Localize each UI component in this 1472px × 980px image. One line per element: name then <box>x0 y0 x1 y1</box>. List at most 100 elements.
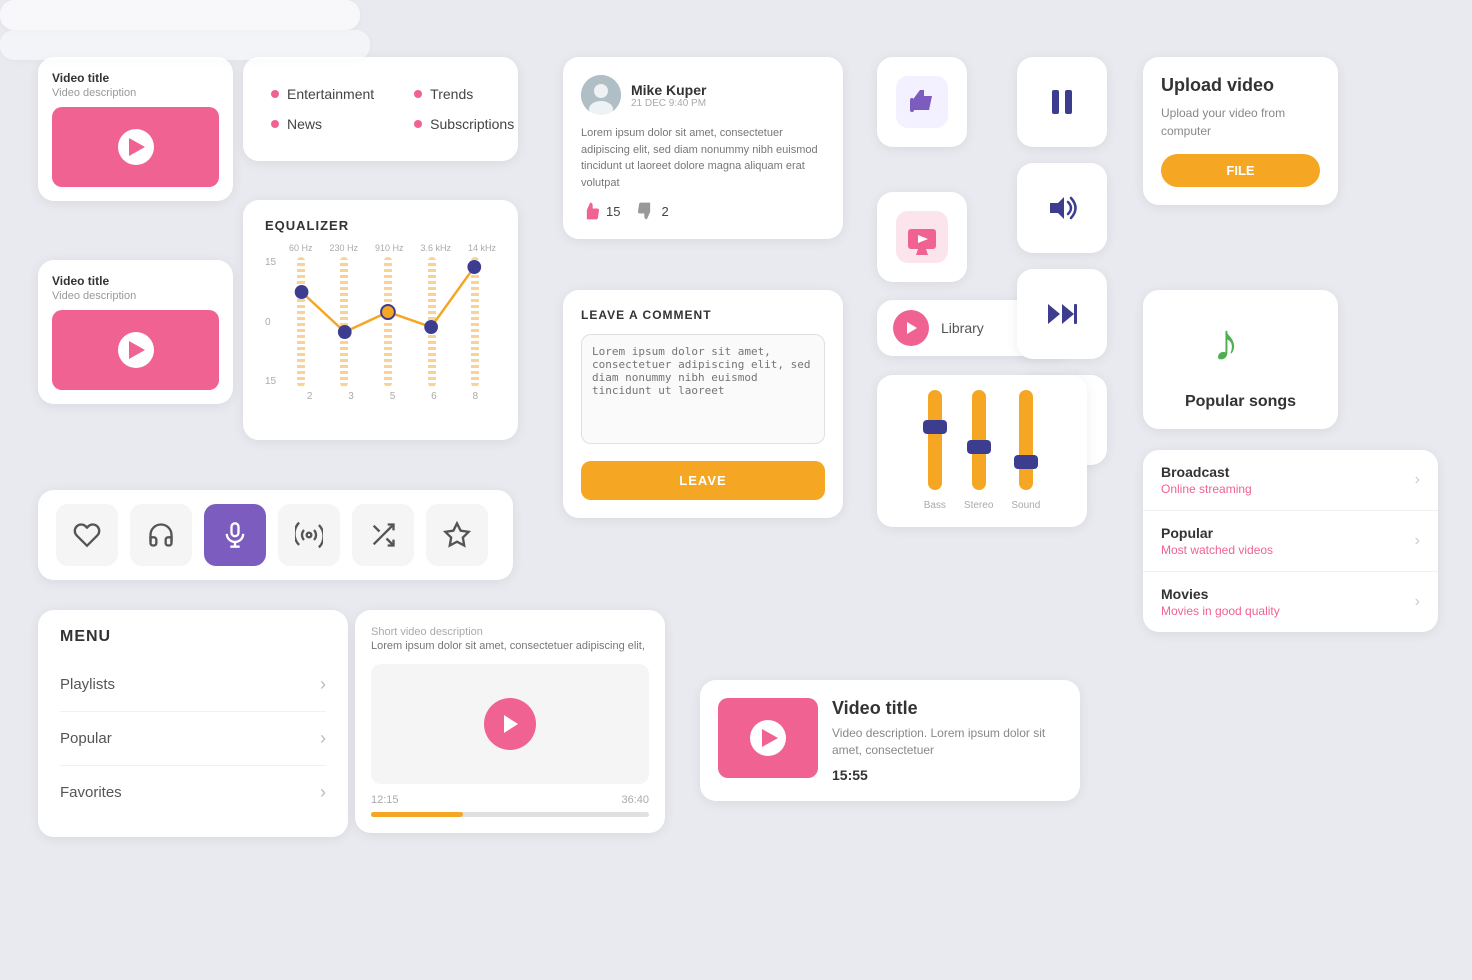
library-play-button[interactable] <box>893 310 929 346</box>
eq-line-svg <box>280 257 496 387</box>
upload-title: Upload video <box>1161 75 1320 96</box>
play-button-1[interactable] <box>118 129 154 165</box>
menu-item-favorites[interactable]: Favorites › <box>60 766 326 819</box>
movies-quality-label: Movies in good quality <box>1161 604 1280 618</box>
eq-x-5: 8 <box>472 391 478 402</box>
movies-section: Movies Movies in good quality › <box>1143 572 1438 632</box>
stereo-thumb[interactable] <box>967 440 991 454</box>
fast-forward-card[interactable] <box>1017 269 1107 359</box>
broadcast-button[interactable] <box>278 504 340 566</box>
pause-card[interactable] <box>1017 57 1107 147</box>
play-button-2[interactable] <box>118 332 154 368</box>
menu-card: MENU Playlists › Popular › Favorites › <box>38 610 348 837</box>
video-title-1: Video title <box>52 71 219 85</box>
player-play-icon <box>499 713 521 735</box>
user-header: Mike Kuper 21 DEC 9:40 PM <box>581 75 825 115</box>
eq-hz-1: 60 Hz <box>289 243 313 253</box>
play-triangle-large <box>762 729 778 747</box>
stack-card-1 <box>0 0 360 30</box>
broadcast-title: Broadcast <box>1161 464 1252 480</box>
tv-icon-card[interactable] <box>877 192 967 282</box>
volume-icon <box>1044 190 1080 226</box>
playlists-label: Playlists <box>60 676 115 693</box>
video-desc-1: Video description <box>52 87 219 99</box>
player-current-time: 12:15 <box>371 794 399 806</box>
popular-row: Popular Most watched videos › <box>1161 525 1420 557</box>
sound-track[interactable] <box>1019 390 1033 490</box>
dislike-group: 2 <box>636 201 668 221</box>
eq-x-2: 3 <box>348 391 354 402</box>
category-news[interactable]: News <box>271 109 374 139</box>
headphones-button[interactable] <box>130 504 192 566</box>
player-card: Short video description Lorem ipsum dolo… <box>355 610 665 833</box>
popular-section: Popular Most watched videos › <box>1143 511 1438 572</box>
player-play-button[interactable] <box>484 698 536 750</box>
broadcast-row: Broadcast Online streaming › <box>1161 464 1420 496</box>
video-thumb-1[interactable] <box>52 107 219 187</box>
stereo-slider-col: Stereo <box>964 390 993 511</box>
comment-card: LEAVE A COMMENT LEAVE <box>563 290 843 518</box>
star-button[interactable] <box>426 504 488 566</box>
popular-label: Popular <box>60 730 112 747</box>
broadcast-chevron-icon[interactable]: › <box>1415 471 1420 489</box>
mic-icon <box>221 521 249 549</box>
category-trends[interactable]: Trends <box>414 79 514 109</box>
leave-button[interactable]: LEAVE <box>581 461 825 500</box>
stack-card-2 <box>0 30 370 60</box>
like-group: 15 <box>581 201 620 221</box>
sound-thumb[interactable] <box>1014 455 1038 469</box>
menu-item-playlists[interactable]: Playlists › <box>60 658 326 712</box>
progress-fill <box>371 812 463 817</box>
video-thumb-2[interactable] <box>52 310 219 390</box>
popular-chevron-menu-icon: › <box>320 728 326 749</box>
file-button[interactable]: FILE <box>1161 154 1320 187</box>
user-text: Lorem ipsum dolor sit amet, consectetuer… <box>581 125 825 191</box>
eq-hz-4: 3.6 kHz <box>420 243 451 253</box>
popular-chevron-icon[interactable]: › <box>1415 532 1420 550</box>
movies-title: Movies <box>1161 586 1280 602</box>
heart-icon <box>73 521 101 549</box>
menu-item-popular[interactable]: Popular › <box>60 712 326 766</box>
shuffle-button[interactable] <box>352 504 414 566</box>
categories-col2: Trends Subscriptions <box>414 79 514 139</box>
stereo-track[interactable] <box>972 390 986 490</box>
likes-row: 15 2 <box>581 201 825 221</box>
popular-info: Popular Most watched videos <box>1161 525 1273 557</box>
playlists-chevron-icon: › <box>320 674 326 695</box>
movies-row: Movies Movies in good quality › <box>1161 586 1420 618</box>
dislike-count: 2 <box>661 204 668 219</box>
video-thumb-large[interactable] <box>718 698 818 778</box>
bass-thumb[interactable] <box>923 420 947 434</box>
eq-hz-3: 910 Hz <box>375 243 404 253</box>
movies-chevron-icon[interactable]: › <box>1415 593 1420 611</box>
player-short-desc: Short video description <box>371 626 649 638</box>
library-play-icon <box>903 320 919 336</box>
player-thumb[interactable] <box>371 664 649 784</box>
star-icon <box>443 521 471 549</box>
mic-button[interactable] <box>204 504 266 566</box>
thumbs-up-icon <box>581 201 601 221</box>
eq-x-3: 5 <box>390 391 396 402</box>
broadcast-icon <box>295 521 323 549</box>
upload-card: Upload video Upload your video from comp… <box>1143 57 1338 205</box>
video-title-2: Video title <box>52 274 219 288</box>
progress-bar[interactable] <box>371 812 649 817</box>
avatar <box>581 75 621 115</box>
svg-text:♪: ♪ <box>1213 314 1239 372</box>
comment-title: LEAVE A COMMENT <box>581 308 825 322</box>
category-entertainment[interactable]: Entertainment <box>271 79 374 109</box>
sliders-card: Bass Stereo Sound <box>877 375 1087 527</box>
heart-button[interactable] <box>56 504 118 566</box>
eq-x-1: 2 <box>307 391 313 402</box>
user-name: Mike Kuper <box>631 82 706 98</box>
volume-card[interactable] <box>1017 163 1107 253</box>
comment-textarea[interactable] <box>581 334 825 444</box>
bass-track[interactable] <box>928 390 942 490</box>
equalizer-card: EQUALIZER 60 Hz 230 Hz 910 Hz 3.6 kHz 14… <box>243 200 518 440</box>
like-icon-card[interactable] <box>877 57 967 147</box>
movies-info: Movies Movies in good quality <box>1161 586 1280 618</box>
category-subscriptions[interactable]: Subscriptions <box>414 109 514 139</box>
play-button-large[interactable] <box>750 720 786 756</box>
video-duration: 15:55 <box>832 767 1062 783</box>
eq-hz-2: 230 Hz <box>329 243 358 253</box>
